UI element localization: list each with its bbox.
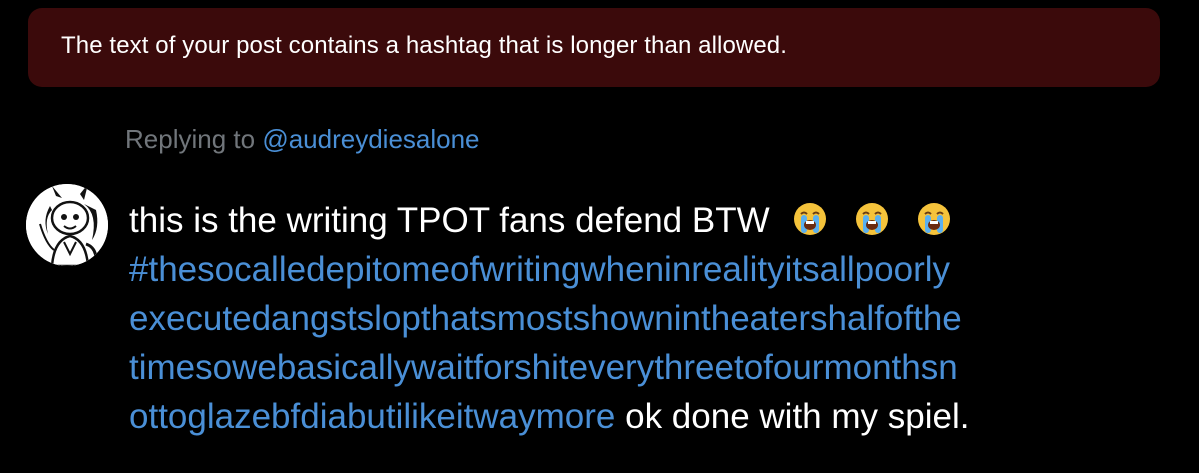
post-line-5: ottoglazebfdiabutilikeitwaymore ok done …	[129, 392, 1179, 441]
loudly-crying-face-emoji-icon	[793, 203, 826, 235]
post-line-1: this is the writing TPOT fans defend BTW	[129, 196, 1179, 245]
post-text-end: ok done with my spiel.	[615, 397, 970, 436]
loudly-crying-face-emoji-icon	[917, 203, 950, 235]
post-line-4: timesowebasicallywaitforshiteverythreeto…	[129, 343, 1179, 392]
post-line-2: #thesocalledepitomeofwritingwheninrealit…	[129, 245, 1179, 294]
avatar[interactable]	[26, 184, 108, 266]
reply-mention-link[interactable]: @audreydiesalone	[262, 124, 479, 154]
loudly-crying-face-emoji-icon	[855, 203, 888, 235]
avatar-drawing-icon	[26, 184, 108, 266]
replying-to-line: Replying to @audreydiesalone	[125, 124, 480, 155]
compose-reply-screen: The text of your post contains a hashtag…	[0, 0, 1199, 473]
hashtag-segment[interactable]: ottoglazebfdiabutilikeitwaymore	[129, 397, 615, 436]
post-text-start: this is the writing TPOT fans defend BTW	[129, 201, 770, 240]
post-line-3: executedangstslopthatsmostshownintheater…	[129, 294, 1179, 343]
error-banner: The text of your post contains a hashtag…	[28, 8, 1160, 87]
hashtag-segment[interactable]: timesowebasicallywaitforshiteverythreeto…	[129, 348, 958, 387]
hashtag-segment[interactable]: executedangstslopthatsmostshownintheater…	[129, 299, 962, 338]
hashtag-segment[interactable]: #thesocalledepitomeofwritingwheninrealit…	[129, 250, 950, 289]
error-message: The text of your post contains a hashtag…	[61, 31, 788, 59]
replying-to-label: Replying to	[125, 124, 263, 154]
post-text[interactable]: this is the writing TPOT fans defend BTW	[129, 196, 1179, 441]
